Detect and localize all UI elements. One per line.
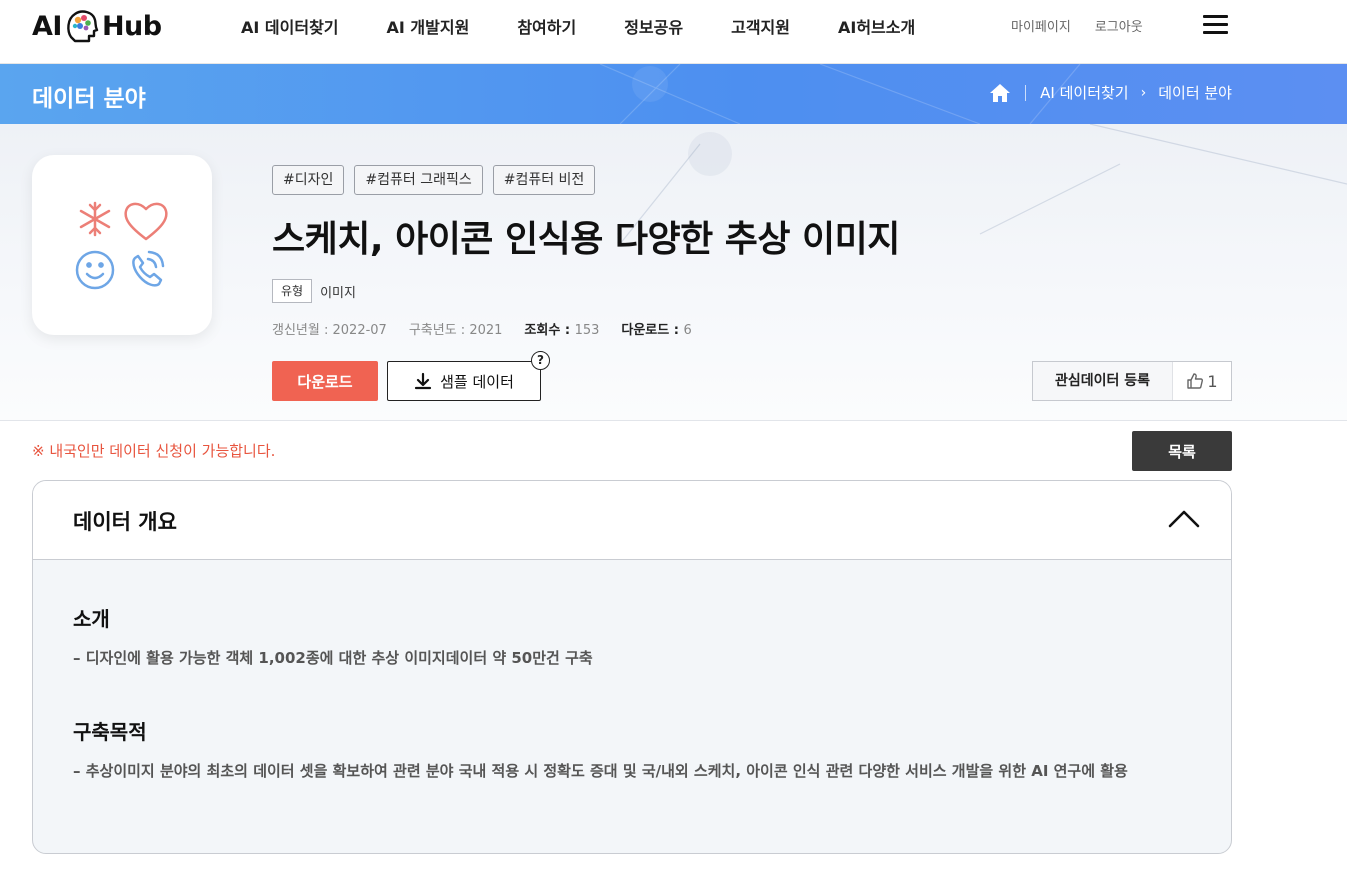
section-heading-intro: 소개 (73, 607, 110, 631)
breadcrumb-item-current[interactable]: 데이터 분야 (1158, 82, 1232, 103)
banner-title: 데이터 분야 (32, 86, 146, 112)
section-banner: 데이터 분야 AI 데이터찾기 › 데이터 분야 (0, 64, 1347, 124)
tag-computer-graphics[interactable]: #컴퓨터 그래픽스 (354, 165, 483, 195)
chevron-up-icon[interactable] (1167, 507, 1201, 529)
logo-text-ai: AI (32, 10, 62, 42)
section-heading-purpose: 구축목적 (73, 720, 147, 744)
tag-design[interactable]: #디자인 (272, 165, 345, 195)
smiley-icon (75, 250, 115, 290)
like-count: 1 (1207, 371, 1218, 391)
breadcrumb: AI 데이터찾기 › 데이터 분야 (989, 82, 1232, 103)
logo-text-hub: Hub (101, 10, 162, 42)
mypage-link[interactable]: 마이페이지 (1011, 16, 1071, 35)
section-body-purpose: – 추상이미지 분야의 최초의 데이터 셋을 확보하여 관련 분야 국내 적용 … (73, 762, 1128, 780)
snowflake-icon (79, 201, 111, 237)
meta-views: 조회수 : 153 (524, 323, 600, 338)
heart-icon (124, 202, 168, 241)
dataset-tags: #디자인 #컴퓨터 그래픽스 #컴퓨터 비전 (272, 165, 605, 195)
chevron-right-icon: › (1140, 84, 1147, 101)
dataset-thumbnail (32, 155, 212, 335)
menu-icon[interactable] (1203, 15, 1228, 34)
main-nav: AI 데이터찾기 AI 개발지원 참여하기 정보공유 고객지원 AI허브소개 (241, 14, 963, 38)
list-button[interactable]: 목록 (1132, 431, 1232, 471)
dataset-summary: #디자인 #컴퓨터 그래픽스 #컴퓨터 비전 스케치, 아이콘 인식용 다양한 … (0, 124, 1347, 421)
nav-item-dev-support[interactable]: AI 개발지원 (387, 14, 470, 38)
type-badge: 유형 (272, 279, 313, 303)
home-icon[interactable] (989, 83, 1011, 103)
overview-title: 데이터 개요 (73, 510, 177, 534)
sample-data-label: 샘플 데이터 (440, 372, 514, 391)
download-button[interactable]: 다운로드 (272, 361, 378, 401)
help-icon[interactable]: ? (531, 351, 550, 370)
nav-item-info-share[interactable]: 정보공유 (624, 14, 683, 38)
tag-computer-vision[interactable]: #컴퓨터 비전 (492, 165, 596, 195)
nav-item-about[interactable]: AI허브소개 (838, 14, 915, 38)
aihub-logo[interactable]: AI Hub (32, 6, 162, 46)
overview-header[interactable]: 데이터 개요 (33, 481, 1231, 560)
phone-call-icon (132, 250, 165, 287)
dataset-type: 유형 이미지 (272, 279, 356, 303)
site-header: AI Hub AI 데이터찾기 AI 개발지원 참여하기 정보공유 고객지원 A… (0, 0, 1347, 64)
breadcrumb-item-data-search[interactable]: AI 데이터찾기 (1040, 82, 1128, 103)
domestic-only-notice: ※ 내국인만 데이터 신청이 가능합니다. (32, 442, 276, 460)
meta-downloads: 다운로드 : 6 (621, 323, 692, 338)
interest-register: 관심데이터 등록 1 (1032, 361, 1232, 401)
thumbs-up-icon (1187, 373, 1204, 389)
thumbnail-icons (75, 201, 168, 290)
section-body-intro: – 디자인에 활용 가능한 객체 1,002종에 대한 추상 이미지데이터 약 … (73, 649, 593, 667)
nav-item-data-search[interactable]: AI 데이터찾기 (241, 14, 339, 38)
logout-link[interactable]: 로그아웃 (1095, 16, 1143, 35)
type-value: 이미지 (320, 285, 356, 301)
brain-head-icon (67, 10, 99, 43)
meta-built-year: 구축년도 : 2021 (408, 323, 503, 338)
utility-links: 마이페이지 로그아웃 (1011, 16, 1167, 35)
dataset-meta: 갱신년월 : 2022-07 구축년도 : 2021 조회수 : 153 다운로… (272, 319, 714, 338)
sample-data-button[interactable]: 샘플 데이터 (387, 361, 541, 401)
interest-register-button[interactable]: 관심데이터 등록 (1033, 362, 1173, 400)
download-icon (415, 372, 432, 390)
like-button[interactable]: 1 (1173, 362, 1231, 400)
breadcrumb-divider (1025, 84, 1027, 101)
nav-item-participate[interactable]: 참여하기 (517, 14, 576, 38)
nav-item-customer-support[interactable]: 고객지원 (731, 14, 790, 38)
meta-updated: 갱신년월 : 2022-07 (272, 323, 387, 338)
data-overview-panel: 데이터 개요 소개 – 디자인에 활용 가능한 객체 1,002종에 대한 추상… (32, 480, 1232, 854)
dataset-title: 스케치, 아이콘 인식용 다양한 추상 이미지 (272, 219, 900, 260)
